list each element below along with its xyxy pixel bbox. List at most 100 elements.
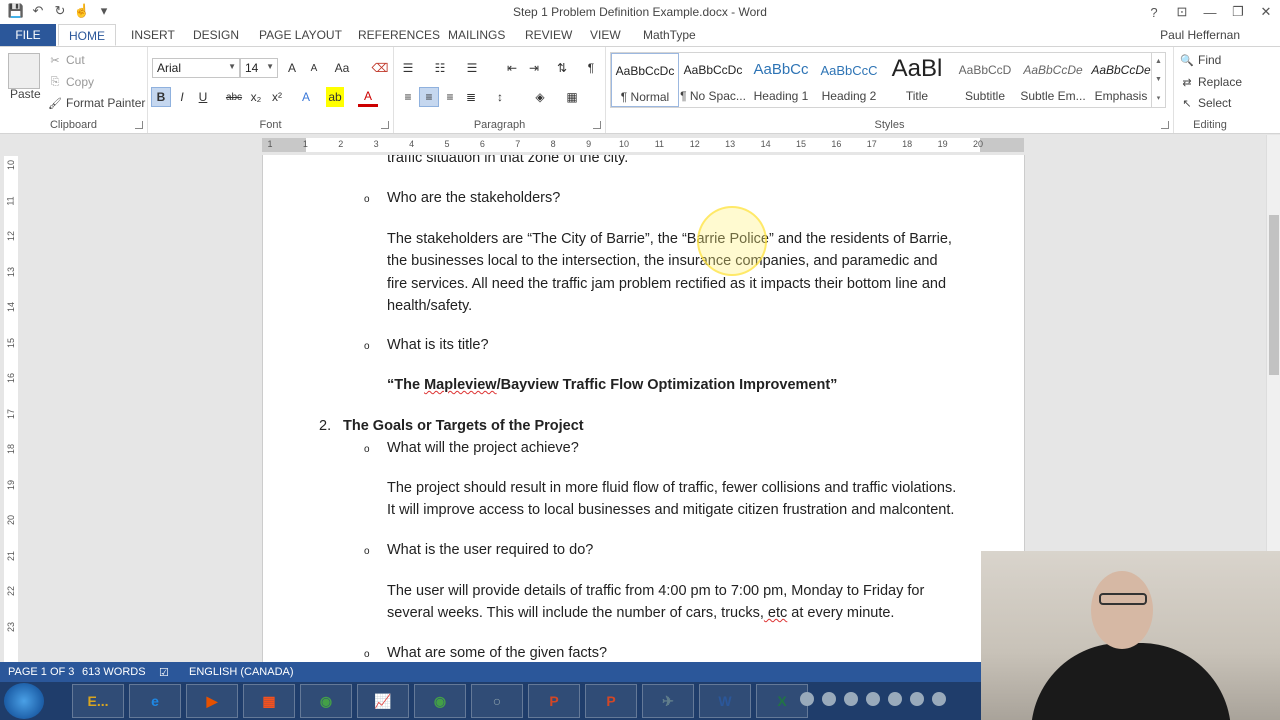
highlight-button[interactable]: ab — [326, 87, 344, 107]
show-marks-icon[interactable]: ¶ — [581, 58, 601, 78]
tray-icon[interactable] — [866, 692, 880, 706]
doc-line[interactable]: It will improve access to local business… — [387, 502, 954, 518]
close-button[interactable]: ✕ — [1252, 0, 1280, 24]
tab-file[interactable]: FILE — [0, 24, 56, 46]
subscript-button[interactable]: x₂ — [246, 87, 266, 107]
numbering-icon[interactable]: ☷ — [430, 58, 450, 78]
ribbon-display-icon[interactable]: ⊡ — [1168, 0, 1196, 24]
paste-icon[interactable] — [8, 53, 40, 89]
taskbar-app-chart[interactable]: 📈 — [357, 684, 409, 718]
doc-question[interactable]: What are some of the given facts? — [387, 645, 607, 661]
page-count[interactable]: PAGE 1 OF 3 — [8, 666, 74, 678]
change-case-button[interactable]: Aa — [332, 58, 352, 78]
italic-button[interactable]: I — [172, 87, 192, 107]
proofing-icon[interactable]: ☑ — [159, 666, 169, 679]
chevron-down-icon[interactable]: ▼ — [1155, 76, 1162, 83]
doc-line[interactable]: The project should result in more fluid … — [387, 480, 956, 496]
taskbar-app-ie[interactable]: e — [129, 684, 181, 718]
bullets-icon[interactable]: ☰ — [398, 58, 418, 78]
clipboard-launcher-icon[interactable] — [135, 121, 143, 129]
tab-insert[interactable]: INSERT — [121, 24, 185, 46]
align-left-icon[interactable]: ≡ — [398, 87, 418, 107]
decrease-indent-icon[interactable]: ⇤ — [502, 58, 522, 78]
tray-icon[interactable] — [888, 692, 902, 706]
style-subtitle[interactable]: AaBbCcD Subtitle — [951, 53, 1019, 107]
justify-icon[interactable]: ≣ — [461, 87, 481, 107]
tray-icon[interactable] — [910, 692, 924, 706]
style-subtle-emphasis[interactable]: AaBbCcDe Subtle Em... — [1019, 53, 1087, 107]
taskbar-app-apps[interactable]: ▦ — [243, 684, 295, 718]
tray-icon[interactable] — [822, 692, 836, 706]
doc-line[interactable]: health/safety. — [387, 298, 472, 314]
style-heading-1[interactable]: AaBbCc Heading 1 — [747, 53, 815, 107]
select-button[interactable]: ↖ Select — [1180, 96, 1231, 110]
styles-gallery-scroll[interactable]: ▲ ▼ ▾ — [1151, 53, 1165, 107]
tab-view[interactable]: VIEW — [580, 24, 631, 46]
doc-line[interactable]: several weeks. This will include the num… — [387, 605, 894, 621]
multilevel-list-icon[interactable]: ☰ — [462, 58, 482, 78]
tab-page-layout[interactable]: PAGE LAYOUT — [249, 24, 352, 46]
tray-icon[interactable] — [932, 692, 946, 706]
scrollbar-thumb[interactable] — [1269, 215, 1279, 375]
user-name[interactable]: Paul Heffernan — [1160, 28, 1240, 42]
taskbar-app-media[interactable]: ▶ — [186, 684, 238, 718]
line-spacing-icon[interactable]: ↕ — [490, 87, 510, 107]
language[interactable]: ENGLISH (CANADA) — [189, 666, 294, 678]
align-right-icon[interactable]: ≡ — [440, 87, 460, 107]
font-size-combo[interactable]: 14 ▼ — [240, 58, 278, 78]
tray-icon[interactable] — [844, 692, 858, 706]
font-launcher-icon[interactable] — [381, 121, 389, 129]
doc-line[interactable]: The user will provide details of traffic… — [387, 583, 924, 599]
doc-question[interactable]: Who are the stakeholders? — [387, 190, 560, 206]
paragraph-launcher-icon[interactable] — [593, 121, 601, 129]
strikethrough-button[interactable]: abc — [224, 87, 244, 107]
taskbar-app-powerpoint2[interactable]: P — [585, 684, 637, 718]
horizontal-ruler[interactable]: 1 1 2 3 4 5 6 7 8 9 10 11 12 13 14 15 16 17 18 19 20 — [262, 138, 1024, 152]
font-name-combo[interactable]: Arial ▼ — [152, 58, 240, 78]
taskbar-app-bird[interactable]: ✈ — [642, 684, 694, 718]
font-color-button[interactable]: A — [358, 87, 378, 107]
minimize-button[interactable]: — — [1196, 0, 1224, 24]
spelling-error[interactable]: Mapleview — [424, 377, 497, 393]
start-button[interactable] — [4, 683, 44, 719]
word-count[interactable]: 613 WORDS — [82, 666, 146, 678]
doc-line[interactable]: fire services. All need the traffic jam … — [387, 276, 946, 292]
tab-mailings[interactable]: MAILINGS — [438, 24, 515, 46]
style-normal[interactable]: AaBbCcDc ¶ Normal — [611, 53, 679, 107]
style-heading-2[interactable]: AaBbCcC Heading 2 — [815, 53, 883, 107]
bold-button[interactable]: B — [151, 87, 171, 107]
doc-line[interactable]: The stakeholders are “The City of Barrie… — [387, 231, 952, 247]
shrink-font-button[interactable]: A — [304, 58, 324, 78]
doc-question[interactable]: What is its title? — [387, 337, 489, 353]
tab-mathtype[interactable]: MathType — [633, 24, 706, 46]
doc-question[interactable]: What is the user required to do? — [387, 542, 593, 558]
text-effects-button[interactable]: A — [296, 87, 316, 107]
sort-icon[interactable]: ⇅ — [552, 58, 572, 78]
style-emphasis[interactable]: AaBbCcDe Emphasis — [1087, 53, 1155, 107]
doc-line[interactable]: traffic situation in that zone of the ci… — [387, 155, 628, 166]
increase-indent-icon[interactable]: ⇥ — [524, 58, 544, 78]
clear-formatting-icon[interactable]: ⌫ — [370, 58, 390, 78]
replace-button[interactable]: ⇄ Replace — [1180, 75, 1242, 89]
doc-line[interactable]: the businesses local to the intersection… — [387, 253, 938, 269]
tab-home[interactable]: HOME — [58, 24, 116, 46]
underline-button[interactable]: U — [193, 87, 213, 107]
taskbar-app-powerpoint[interactable]: P — [528, 684, 580, 718]
tab-design[interactable]: DESIGN — [183, 24, 249, 46]
taskbar-app-chrome2[interactable]: ◉ — [414, 684, 466, 718]
format-painter-button[interactable]: 🖌 Format Painter — [48, 96, 145, 110]
chevron-up-icon[interactable]: ▲ — [1155, 58, 1162, 65]
taskbar-app-word[interactable]: W — [699, 684, 751, 718]
cut-button[interactable]: ✂ Cut — [48, 53, 84, 67]
doc-heading[interactable]: The Goals or Targets of the Project — [343, 418, 584, 434]
grow-font-button[interactable]: A — [282, 58, 302, 78]
superscript-button[interactable]: x² — [267, 87, 287, 107]
paste-button[interactable]: Paste — [10, 87, 41, 101]
tray-icon[interactable] — [800, 692, 814, 706]
taskbar-app-chrome[interactable]: ◉ — [300, 684, 352, 718]
taskbar-app-circle[interactable]: ○ — [471, 684, 523, 718]
style-no-spacing[interactable]: AaBbCcDc ¶ No Spac... — [679, 53, 747, 107]
borders-icon[interactable]: ▦ — [562, 87, 582, 107]
copy-button[interactable]: ⎘ Copy — [48, 75, 94, 89]
vertical-ruler[interactable]: 10 11 12 13 14 15 16 17 18 19 20 21 22 23 — [4, 156, 18, 662]
